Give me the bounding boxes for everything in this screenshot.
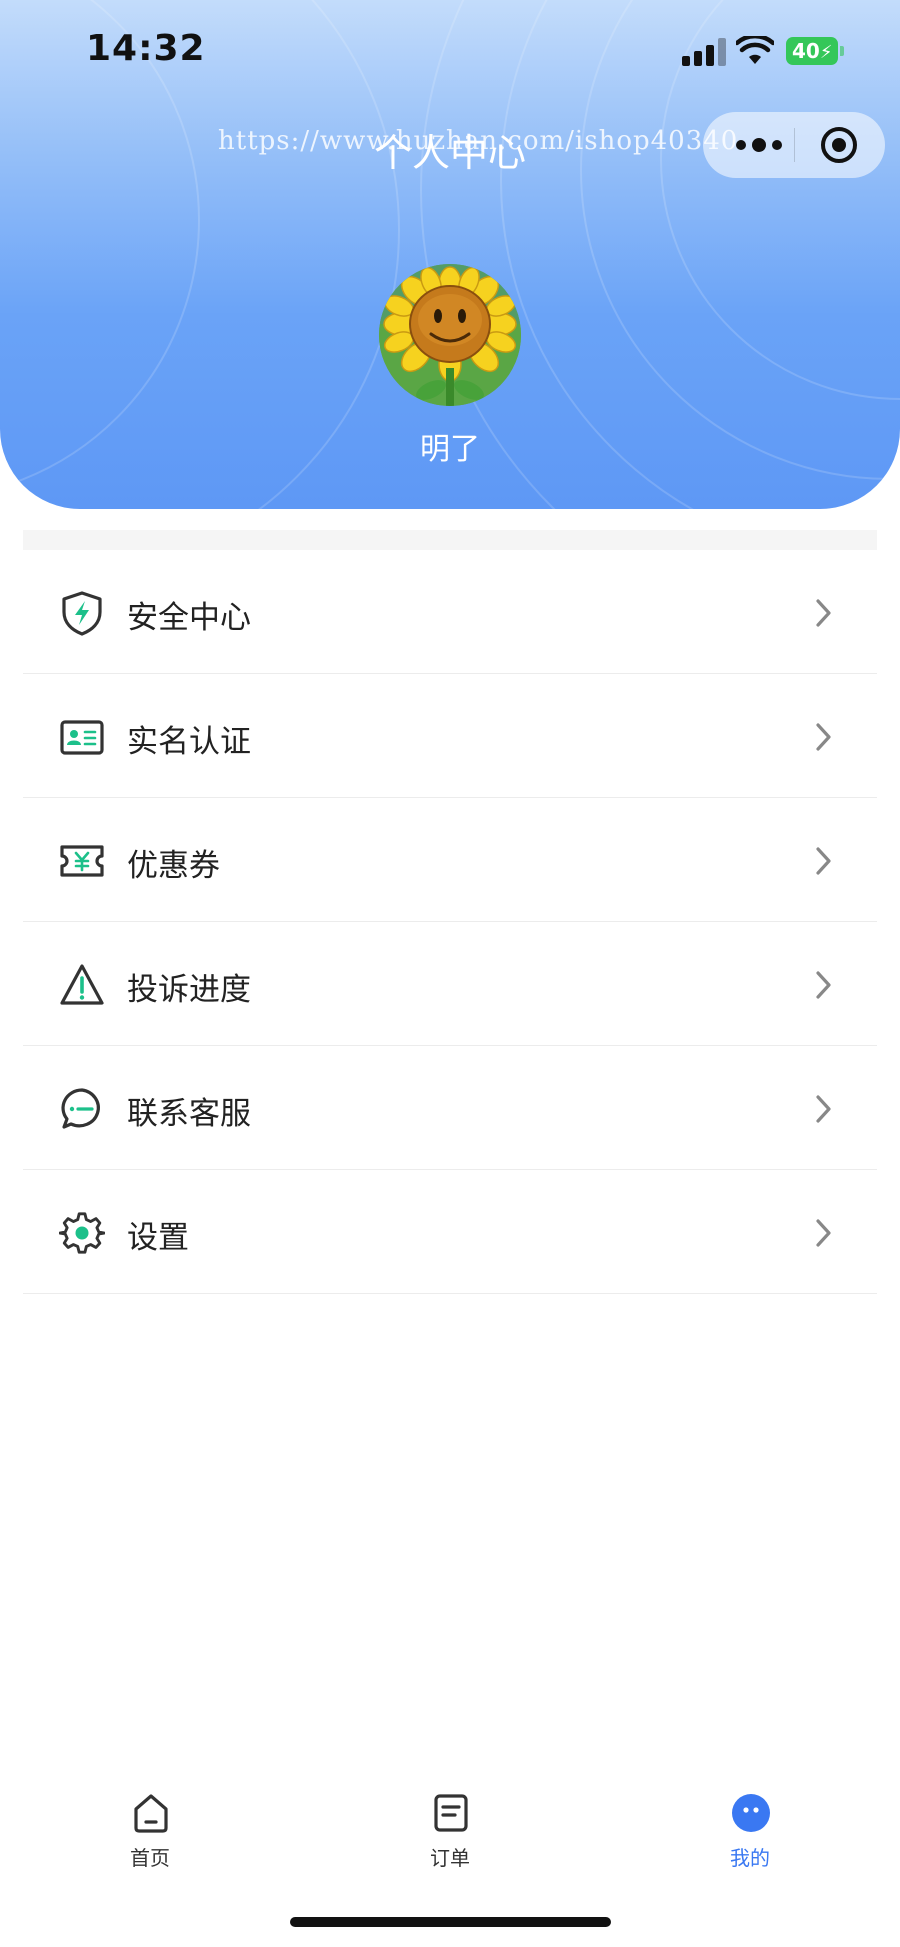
- gear-icon: [59, 1212, 105, 1254]
- tab-label: 首页: [130, 1846, 170, 1870]
- menu-item-coupons[interactable]: 优惠券: [23, 798, 877, 922]
- sunflower-avatar-image: [379, 264, 521, 406]
- capsule-divider: [794, 128, 795, 162]
- menu-item-security-center[interactable]: 安全中心: [23, 550, 877, 674]
- close-mini-program-button[interactable]: [819, 125, 859, 165]
- chevron-right-icon: [816, 971, 831, 999]
- chevron-right-icon: [816, 723, 831, 751]
- chevron-right-icon: [816, 1095, 831, 1123]
- more-options-button[interactable]: [731, 112, 791, 178]
- tab-orders[interactable]: 订单: [390, 1776, 510, 1886]
- tab-profile[interactable]: 我的: [690, 1776, 810, 1886]
- chevron-right-icon: [816, 1219, 831, 1247]
- menu-item-complaint-progress[interactable]: 投诉进度: [23, 922, 877, 1046]
- order-icon: [434, 1794, 468, 1832]
- tab-home[interactable]: 首页: [90, 1776, 210, 1886]
- username: 明了: [420, 432, 480, 467]
- watermark-text: https://www.huzhan.com/ishop40340: [218, 126, 739, 156]
- battery-tip: [840, 46, 844, 56]
- menu-item-label: 实名认证: [127, 724, 251, 760]
- menu-item-label: 联系客服: [127, 1096, 251, 1132]
- shield-lightning-icon: [62, 591, 102, 636]
- tab-label: 订单: [430, 1846, 470, 1870]
- chat-bubble-icon: [61, 1088, 100, 1129]
- menu-item-settings[interactable]: 设置: [23, 1170, 877, 1294]
- section-divider: [23, 530, 877, 550]
- menu-item-label: 投诉进度: [127, 972, 251, 1008]
- status-bar: 14:32 40⚡: [0, 0, 900, 100]
- chevron-right-icon: [816, 599, 831, 627]
- battery-level: 40: [792, 39, 820, 63]
- battery-indicator: 40⚡: [786, 37, 838, 65]
- menu-item-contact-support[interactable]: 联系客服: [23, 1046, 877, 1170]
- id-card-icon: [60, 720, 104, 755]
- menu-list: 安全中心 实名认证 优惠券 投诉进度 联系客服 设置: [23, 550, 877, 1294]
- warning-triangle-icon: [60, 964, 104, 1005]
- wifi-icon: [736, 36, 774, 64]
- menu-item-label: 设置: [127, 1220, 189, 1256]
- menu-item-label: 优惠券: [127, 848, 220, 884]
- home-icon: [134, 1794, 168, 1833]
- menu-item-label: 安全中心: [127, 600, 251, 636]
- profile-icon: [732, 1794, 770, 1832]
- charging-bolt-icon: ⚡: [819, 42, 833, 63]
- tab-label: 我的: [730, 1846, 770, 1870]
- coupon-icon: [60, 845, 104, 877]
- menu-item-real-name-verification[interactable]: 实名认证: [23, 674, 877, 798]
- bottom-tab-bar: 首页 订单 我的: [0, 1776, 900, 1886]
- cellular-signal-icon: [682, 38, 726, 66]
- mini-program-capsule: [703, 112, 885, 178]
- home-indicator: [290, 1917, 611, 1927]
- status-time: 14:32: [86, 28, 206, 69]
- chevron-right-icon: [816, 847, 831, 875]
- avatar[interactable]: [379, 264, 521, 406]
